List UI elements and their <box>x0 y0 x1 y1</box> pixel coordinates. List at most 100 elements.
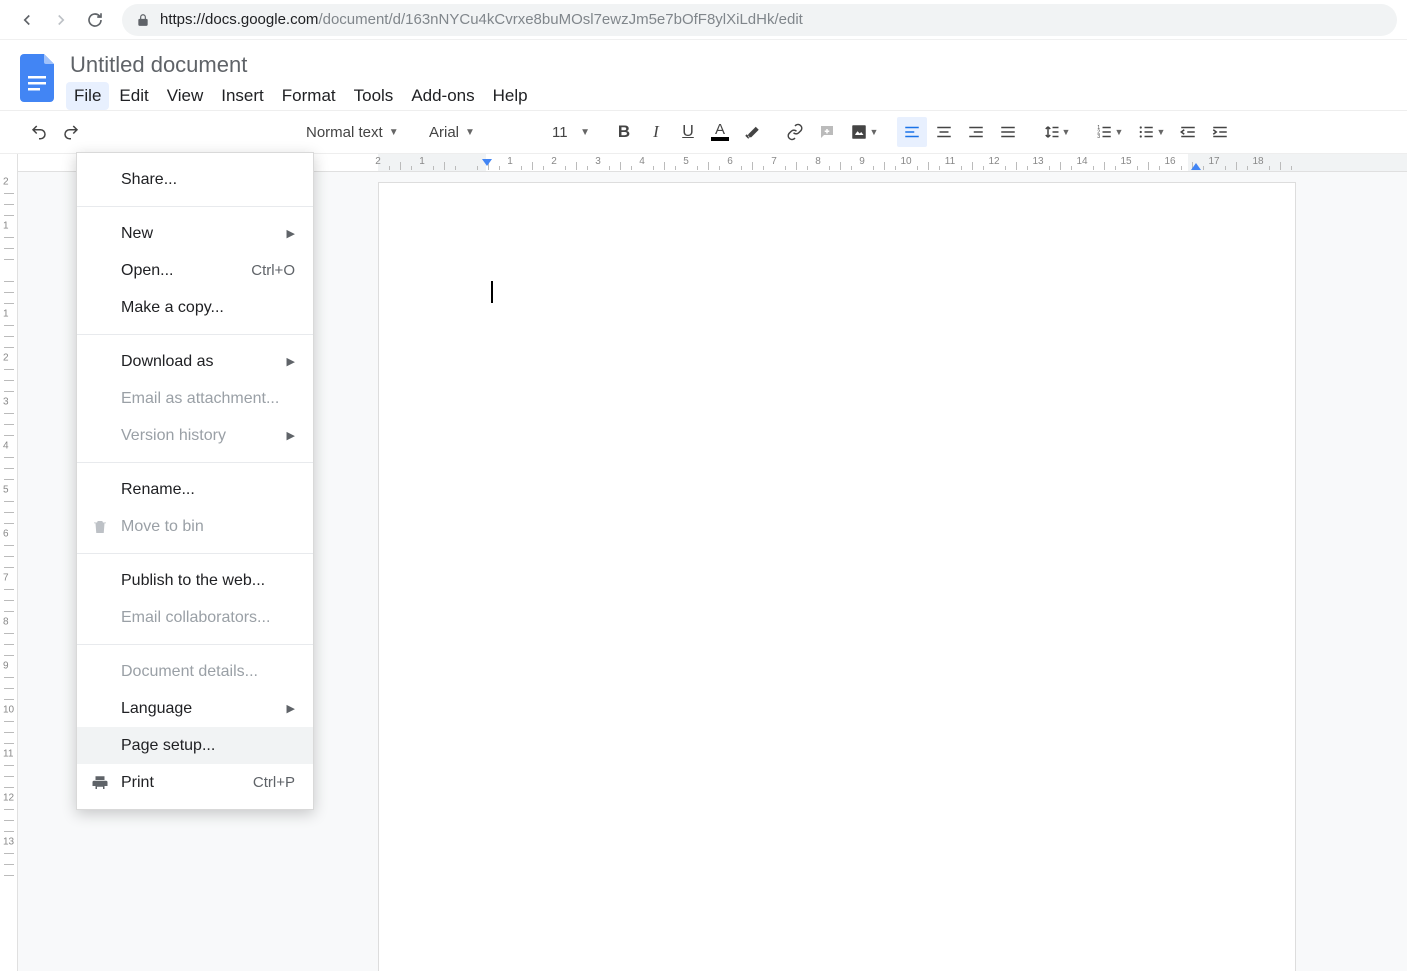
url-path: /document/d/163nNYCu4kCvrxe8buMOsl7ewzJm… <box>318 11 802 28</box>
menu-item-label: Language <box>121 700 192 718</box>
menu-item-label: New <box>121 225 153 243</box>
file-menu-item-publish-to-the-web[interactable]: Publish to the web... <box>77 562 313 599</box>
decrease-indent-button[interactable] <box>1173 117 1203 147</box>
menu-item-label: Share... <box>121 171 177 189</box>
align-left-button[interactable] <box>897 117 927 147</box>
right-indent-marker[interactable] <box>1190 163 1202 171</box>
align-center-button[interactable] <box>929 117 959 147</box>
browser-forward-button[interactable] <box>44 3 78 37</box>
ruler-label: 1 <box>3 309 9 320</box>
bulleted-list-icon <box>1137 123 1155 141</box>
line-spacing-button[interactable]: ▼ <box>1036 117 1076 147</box>
menu-tools[interactable]: Tools <box>346 82 402 110</box>
ruler-label: 2 <box>375 156 381 167</box>
vertical-ruler[interactable]: 2112345678910111213 <box>0 154 18 971</box>
menu-view[interactable]: View <box>159 82 212 110</box>
ruler-label: 13 <box>3 837 14 848</box>
ruler-label: 12 <box>988 156 999 167</box>
file-menu-dropdown: Share...New▶Open...Ctrl+OMake a copy...D… <box>76 152 314 810</box>
file-menu-item-language[interactable]: Language▶ <box>77 690 313 727</box>
highlight-button[interactable] <box>737 117 767 147</box>
font-size-value: 11 <box>552 124 568 141</box>
caret-down-icon: ▼ <box>870 127 879 137</box>
lock-icon <box>136 13 150 27</box>
browser-back-button[interactable] <box>10 3 44 37</box>
ruler-label: 9 <box>3 661 9 672</box>
ruler-label: 5 <box>3 485 9 496</box>
trash-icon <box>91 518 109 536</box>
menu-separator <box>77 334 313 335</box>
menu-item-label: Publish to the web... <box>121 572 265 590</box>
menu-file[interactable]: File <box>66 82 109 110</box>
menu-item-label: Email as attachment... <box>121 390 279 408</box>
ruler-label: 2 <box>3 353 9 364</box>
menu-item-label: Move to bin <box>121 518 204 536</box>
text-color-button[interactable]: A <box>705 117 735 147</box>
ruler-label: 15 <box>1120 156 1131 167</box>
browser-reload-button[interactable] <box>78 3 112 37</box>
file-menu-item-share[interactable]: Share... <box>77 161 313 198</box>
ruler-label: 13 <box>1032 156 1043 167</box>
ruler-label: 1 <box>419 156 425 167</box>
align-right-icon <box>967 123 985 141</box>
align-justify-button[interactable] <box>993 117 1023 147</box>
menu-separator <box>77 644 313 645</box>
file-menu-item-new[interactable]: New▶ <box>77 215 313 252</box>
left-indent-marker[interactable] <box>481 158 493 168</box>
arrow-right-icon <box>52 11 70 29</box>
redo-button[interactable] <box>56 117 86 147</box>
ruler-label: 7 <box>771 156 777 167</box>
docs-logo[interactable] <box>18 52 58 104</box>
ruler-label: 11 <box>3 749 13 760</box>
file-menu-item-page-setup[interactable]: Page setup... <box>77 727 313 764</box>
link-icon <box>786 123 804 141</box>
image-icon <box>850 123 868 141</box>
insert-image-button[interactable]: ▼ <box>844 117 884 147</box>
ruler-label: 11 <box>945 156 955 167</box>
submenu-arrow-icon: ▶ <box>287 429 295 442</box>
paragraph-style-select[interactable]: Normal text ▼ <box>300 117 410 147</box>
bold-button[interactable]: B <box>609 117 639 147</box>
file-menu-item-make-a-copy[interactable]: Make a copy... <box>77 289 313 326</box>
submenu-arrow-icon: ▶ <box>287 355 295 368</box>
insert-comment-button[interactable] <box>812 117 842 147</box>
ruler-label: 5 <box>683 156 689 167</box>
file-menu-item-version-history: Version history▶ <box>77 417 313 454</box>
caret-down-icon: ▼ <box>389 127 399 138</box>
align-right-button[interactable] <box>961 117 991 147</box>
insert-link-button[interactable] <box>780 117 810 147</box>
italic-button[interactable]: I <box>641 117 671 147</box>
file-menu-item-email-collaborators: Email collaborators... <box>77 599 313 636</box>
numbered-list-button[interactable]: 123 ▼ <box>1089 117 1129 147</box>
font-size-select[interactable]: 11 ▼ <box>546 117 596 147</box>
print-icon <box>91 774 109 792</box>
menu-item-label: Download as <box>121 353 214 371</box>
caret-down-icon: ▼ <box>580 127 590 138</box>
font-select[interactable]: Arial ▼ <box>423 117 533 147</box>
underline-button[interactable]: U <box>673 117 703 147</box>
bulleted-list-button[interactable]: ▼ <box>1131 117 1171 147</box>
document-page[interactable] <box>378 182 1296 971</box>
ruler-label: 4 <box>3 441 9 452</box>
document-title[interactable]: Untitled document <box>66 48 1397 80</box>
file-menu-item-print[interactable]: PrintCtrl+P <box>77 764 313 801</box>
file-menu-item-rename[interactable]: Rename... <box>77 471 313 508</box>
file-menu-item-open[interactable]: Open...Ctrl+O <box>77 252 313 289</box>
ruler-label: 10 <box>900 156 911 167</box>
browser-bar: https://docs.google.com/document/d/163nN… <box>0 0 1407 40</box>
menu-addons[interactable]: Add-ons <box>403 82 482 110</box>
docs-logo-icon <box>20 54 56 102</box>
undo-button[interactable] <box>24 117 54 147</box>
increase-indent-button[interactable] <box>1205 117 1235 147</box>
menu-format[interactable]: Format <box>274 82 344 110</box>
text-cursor <box>491 281 493 303</box>
menu-help[interactable]: Help <box>485 82 536 110</box>
url-bar[interactable]: https://docs.google.com/document/d/163nN… <box>122 4 1397 36</box>
menu-item-label: Document details... <box>121 663 258 681</box>
ruler-label: 14 <box>1076 156 1087 167</box>
undo-icon <box>30 123 48 141</box>
paragraph-style-value: Normal text <box>306 124 383 141</box>
file-menu-item-download-as[interactable]: Download as ▶ <box>77 343 313 380</box>
menu-insert[interactable]: Insert <box>213 82 272 110</box>
menu-edit[interactable]: Edit <box>111 82 156 110</box>
